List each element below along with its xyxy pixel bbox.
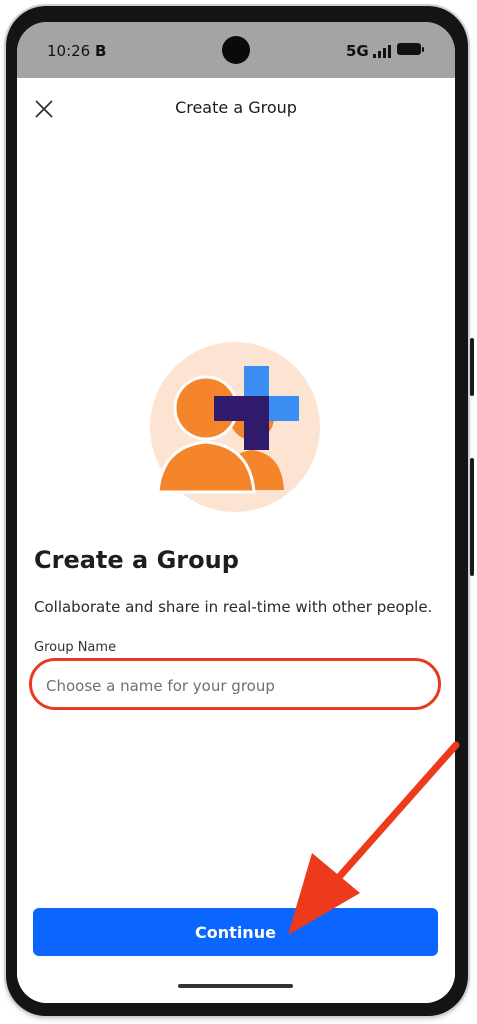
home-indicator[interactable] [178,984,293,988]
front-camera [222,36,250,64]
signal-icon [373,44,391,58]
battery-icon [397,43,424,55]
status-bar: 10:26 B 5G [17,22,455,78]
network-type: 5G [346,42,369,60]
volume-button [470,338,474,396]
continue-button[interactable]: Continue [33,908,438,956]
status-time: 10:26 [47,42,91,60]
group-name-label: Group Name [34,640,117,655]
header-title: Create a Group [175,98,297,117]
phone-screen: 10:26 B 5G Create a Group Create a Group… [17,22,455,1003]
power-button [470,458,474,576]
create-group-sheet: Create a Group Create a Group Collaborat… [17,78,455,1003]
group-name-field [34,663,438,709]
group-name-input[interactable] [34,663,438,709]
status-indicator: B [95,42,107,60]
add-group-icon [150,342,320,512]
page-title: Create a Group [34,546,239,574]
description-text: Collaborate and share in real-time with … [34,598,433,616]
